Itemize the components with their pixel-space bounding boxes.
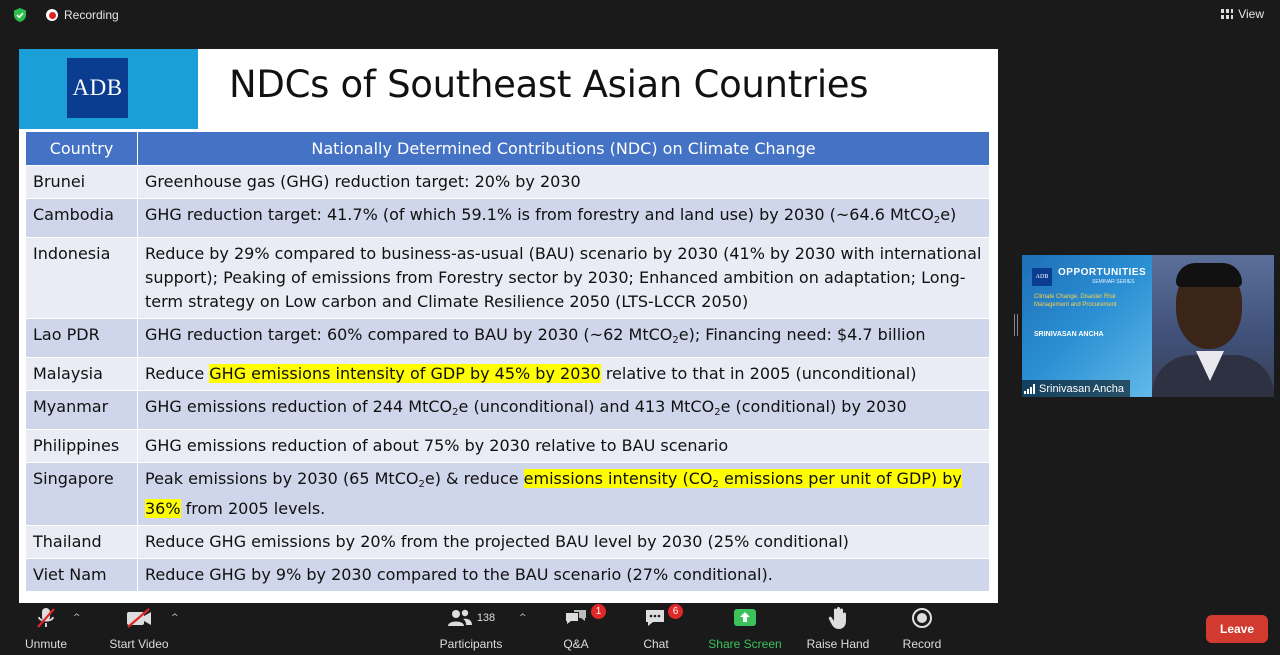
raise-hand-button[interactable]: Raise Hand [805, 603, 871, 655]
participants-count: 138 [476, 612, 496, 624]
table-row: Brunei Greenhouse gas (GHG) reduction ta… [25, 165, 990, 199]
ndc-cell: GHG emissions reduction of about 75% by … [137, 429, 990, 463]
unmute-button[interactable]: Unmute [20, 603, 72, 655]
country-cell: Lao PDR [25, 318, 138, 358]
table-header-row: Country Nationally Determined Contributi… [25, 131, 990, 166]
table-row: Singapore Peak emissions by 2030 (65 MtC… [25, 462, 990, 526]
participant-name-label: Srinivasan Ancha [1022, 380, 1130, 397]
adb-banner: ADB [19, 49, 198, 129]
ndc-cell: Reduce GHG emissions by 20% from the pro… [137, 525, 990, 559]
participants-icon [447, 609, 472, 626]
table-row: Myanmar GHG emissions reduction of 244 M… [25, 390, 990, 430]
ndc-cell: Greenhouse gas (GHG) reduction target: 2… [137, 165, 990, 199]
highlighted-text: GHG emissions intensity of GDP by 45% by… [209, 364, 601, 383]
participants-label: Participants [439, 637, 503, 651]
qa-button[interactable]: 1 Q&A [555, 603, 606, 655]
table-row: Malaysia Reduce GHG emissions intensity … [25, 357, 990, 391]
recording-label: Recording [64, 8, 119, 22]
muted-microphone-icon [35, 603, 57, 633]
header-country: Country [25, 131, 138, 166]
raise-hand-label: Raise Hand [806, 637, 870, 651]
share-screen-button[interactable]: Share Screen [706, 603, 784, 655]
country-cell: Viet Nam [25, 558, 138, 592]
view-label: View [1238, 7, 1264, 21]
table-row: Indonesia Reduce by 29% compared to busi… [25, 237, 990, 319]
banner-series: SEMINAR SERIES [1092, 279, 1135, 285]
header-ndc: Nationally Determined Contributions (NDC… [137, 131, 990, 166]
start-video-label: Start Video [109, 637, 169, 651]
raise-hand-icon [828, 603, 848, 633]
participant-video-tile[interactable]: ADB OPPORTUNITIES SEMINAR SERIES Climate… [1022, 255, 1274, 397]
country-cell: Brunei [25, 165, 138, 199]
adb-logo: ADB [67, 58, 128, 118]
table-row: Thailand Reduce GHG emissions by 20% fro… [25, 525, 990, 559]
chat-label: Chat [643, 637, 669, 651]
chat-icon: 6 [644, 603, 683, 633]
view-button[interactable]: View [1221, 7, 1264, 21]
participant-name: Srinivasan Ancha [1039, 382, 1124, 395]
participant-video [1152, 255, 1274, 397]
slide-title: NDCs of Southeast Asian Countries [229, 63, 869, 106]
qa-icon: 1 [563, 603, 606, 633]
country-cell: Malaysia [25, 357, 138, 391]
country-cell: Indonesia [25, 237, 138, 319]
signal-strength-icon [1024, 383, 1035, 394]
country-cell: Cambodia [25, 198, 138, 238]
grid-view-icon [1221, 9, 1234, 19]
unmute-label: Unmute [24, 637, 68, 651]
share-screen-label: Share Screen [708, 637, 782, 651]
participant-hair [1176, 263, 1242, 287]
participants-options-caret-icon[interactable]: ^ [519, 613, 527, 623]
ndc-cell: Reduce by 29% compared to business-as-us… [137, 237, 990, 319]
share-screen-icon [732, 603, 758, 633]
qa-badge: 1 [591, 604, 606, 619]
banner-adb-logo: ADB [1032, 268, 1052, 286]
banner-title: OPPORTUNITIES [1058, 267, 1147, 278]
start-video-button[interactable]: Start Video [104, 603, 174, 655]
video-options-caret-icon[interactable]: ^ [171, 613, 179, 623]
panel-splitter-handle[interactable] [1014, 314, 1018, 336]
slide-header: ADB NDCs of Southeast Asian Countries [19, 49, 998, 129]
banner-topic: Climate Change, Disaster Risk Management… [1034, 294, 1117, 308]
ndc-cell: Reduce GHG by 9% by 2030 compared to the… [137, 558, 990, 592]
recording-indicator[interactable]: Recording [46, 8, 119, 22]
ndc-cell: GHG reduction target: 41.7% (of which 59… [137, 198, 990, 238]
table-row: Cambodia GHG reduction target: 41.7% (of… [25, 198, 990, 238]
table-row: Philippines GHG emissions reduction of a… [25, 429, 990, 463]
ndc-cell: GHG reduction target: 60% compared to BA… [137, 318, 990, 358]
shared-slide: ADB NDCs of Southeast Asian Countries Co… [19, 49, 998, 603]
virtual-background-banner: ADB OPPORTUNITIES SEMINAR SERIES Climate… [1022, 255, 1172, 397]
country-cell: Thailand [25, 525, 138, 559]
audio-options-caret-icon[interactable]: ^ [73, 613, 81, 623]
chat-badge: 6 [668, 604, 683, 619]
country-cell: Singapore [25, 462, 138, 526]
participants-button[interactable]: 138 Participants [436, 603, 506, 655]
table-row: Viet Nam Reduce GHG by 9% by 2030 compar… [25, 558, 990, 592]
leave-button[interactable]: Leave [1206, 615, 1268, 643]
video-off-icon [125, 603, 153, 633]
banner-speaker: SRINIVASAN ANCHA [1034, 331, 1104, 338]
record-icon [911, 603, 933, 633]
table-row: Lao PDR GHG reduction target: 60% compar… [25, 318, 990, 358]
shield-icon[interactable] [12, 7, 28, 23]
country-cell: Philippines [25, 429, 138, 463]
record-dot-icon [46, 9, 58, 21]
record-label: Record [902, 637, 942, 651]
ndc-cell: Reduce GHG emissions intensity of GDP by… [137, 357, 990, 391]
qa-label: Q&A [563, 637, 589, 651]
ndc-table: Country Nationally Determined Contributi… [25, 131, 990, 592]
ndc-cell: GHG emissions reduction of 244 MtCO2e (u… [137, 390, 990, 430]
record-button[interactable]: Record [899, 603, 945, 655]
meeting-toolbar: Unmute ^ Start Video ^ 138 Participants … [0, 603, 1280, 655]
chat-button[interactable]: 6 Chat [635, 603, 683, 655]
country-cell: Myanmar [25, 390, 138, 430]
ndc-cell: Peak emissions by 2030 (65 MtCO2e) & red… [137, 462, 990, 526]
